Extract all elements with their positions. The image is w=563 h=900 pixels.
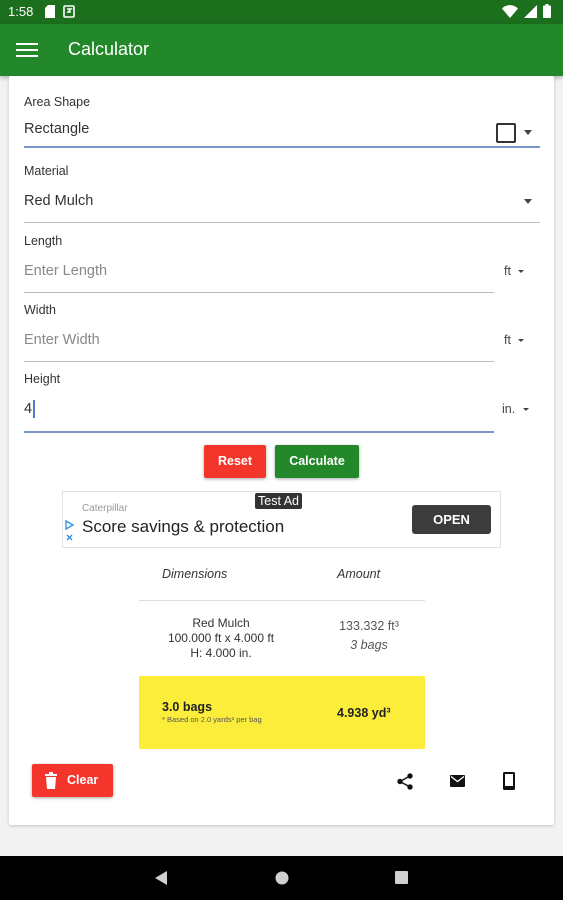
summary-volume: 4.938 yd³: [337, 706, 391, 720]
ad-brand: Caterpillar: [82, 503, 128, 514]
ad-open-button[interactable]: OPEN: [412, 505, 491, 534]
app-title: Calculator: [68, 39, 150, 59]
home-icon[interactable]: [275, 871, 289, 885]
result-material: Red Mulch: [192, 616, 250, 630]
shape-square-icon[interactable]: [496, 123, 516, 143]
email-icon[interactable]: [450, 775, 465, 787]
area-shape-label: Area Shape: [24, 95, 91, 109]
test-ad-tag: Test Ad: [255, 493, 302, 509]
wifi-icon: [502, 4, 518, 18]
width-underline: [24, 361, 494, 362]
phone-icon[interactable]: [503, 772, 515, 790]
length-underline: [24, 292, 494, 293]
summary-bags: 3.0 bags: [162, 700, 213, 714]
app-bar: Calculator: [0, 24, 563, 76]
amount-header: Amount: [337, 567, 381, 581]
width-input[interactable]: Enter Width: [24, 332, 100, 348]
signal-icon: [524, 4, 537, 18]
height-unit-select[interactable]: in.: [502, 402, 515, 416]
height-label: Height: [24, 372, 61, 386]
area-shape-select[interactable]: Rectangle: [24, 121, 89, 137]
height-input[interactable]: 4: [24, 401, 32, 417]
summary-note: * Based on 2.0 yards³ per bag: [162, 715, 262, 724]
length-unit-select[interactable]: ft: [504, 264, 511, 278]
material-label: Material: [24, 164, 69, 178]
results-divider: [139, 600, 425, 601]
width-unit-select[interactable]: ft: [504, 333, 511, 347]
dimensions-header: Dimensions: [162, 567, 228, 581]
result-dimensions: 100.000 ft x 4.000 ft: [167, 631, 275, 645]
calculate-button[interactable]: Calculate: [275, 445, 359, 478]
sim-card-icon: [45, 5, 55, 18]
battery-icon: [543, 4, 551, 18]
status-time: 1:58: [8, 4, 34, 19]
chevron-down-icon[interactable]: [524, 130, 532, 135]
result-volume: 133.332 ft³: [339, 619, 399, 633]
material-select[interactable]: Red Mulch: [24, 193, 93, 209]
clear-label: Clear: [67, 773, 99, 787]
back-icon[interactable]: [155, 871, 167, 885]
material-underline: [24, 222, 540, 223]
system-nav-bar: [0, 856, 563, 900]
area-shape-underline: [24, 146, 540, 148]
chevron-down-icon[interactable]: [518, 339, 524, 342]
width-label: Width: [24, 303, 56, 317]
share-icon[interactable]: [397, 773, 413, 790]
reset-button[interactable]: Reset: [204, 445, 266, 478]
result-height: H: 4.000 in.: [190, 646, 252, 660]
clear-button[interactable]: Clear: [32, 764, 113, 797]
trash-icon: [45, 772, 57, 789]
length-label: Length: [24, 234, 63, 248]
status-bar: 1:58: [0, 0, 563, 24]
notification-icon: [63, 5, 75, 18]
text-cursor: [33, 400, 35, 418]
chevron-down-icon[interactable]: [518, 270, 524, 273]
chevron-down-icon[interactable]: [523, 408, 529, 411]
ad-title[interactable]: Score savings & protection: [82, 517, 284, 537]
ad-choices-icon[interactable]: [65, 520, 75, 542]
length-input[interactable]: Enter Length: [24, 263, 107, 279]
menu-icon[interactable]: [16, 40, 38, 58]
height-underline: [24, 431, 494, 433]
recents-icon[interactable]: [395, 871, 408, 884]
chevron-down-icon[interactable]: [524, 199, 532, 204]
result-bags: 3 bags: [350, 638, 388, 652]
